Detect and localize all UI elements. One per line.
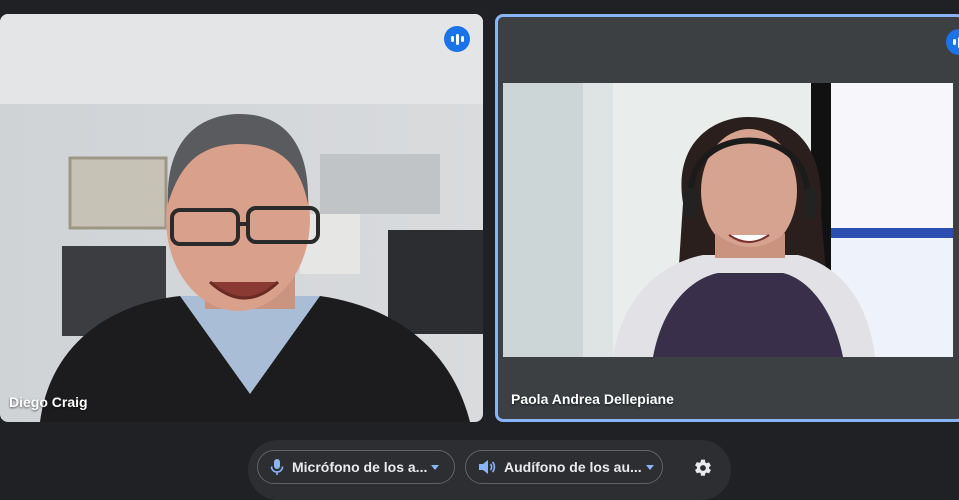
speaking-indicator-icon [444,26,470,52]
speaking-indicator-icon [946,29,959,55]
participant-name: Diego Craig [9,394,88,410]
participant-tile-diego[interactable]: Diego Craig [0,14,483,422]
settings-icon [695,459,711,476]
settings-button[interactable] [690,455,716,481]
device-control-bar: Micrófono de los a... Audífono de los au… [248,440,731,500]
microphone-icon [270,459,284,475]
speaker-label: Audífono de los au... [504,459,642,475]
microphone-select[interactable]: Micrófono de los a... [257,450,455,484]
speaker-select[interactable]: Audífono de los au... [465,450,663,484]
participant-name: Paola Andrea Dellepiane [511,391,674,407]
participant-video-paola [503,83,953,357]
participant-video-diego [0,14,483,422]
participant-tile-paola[interactable]: Paola Andrea Dellepiane [495,14,959,422]
microphone-label: Micrófono de los a... [292,459,428,475]
speaker-icon [479,460,496,474]
chevron-down-icon [431,464,440,470]
chevron-down-icon [645,464,654,470]
